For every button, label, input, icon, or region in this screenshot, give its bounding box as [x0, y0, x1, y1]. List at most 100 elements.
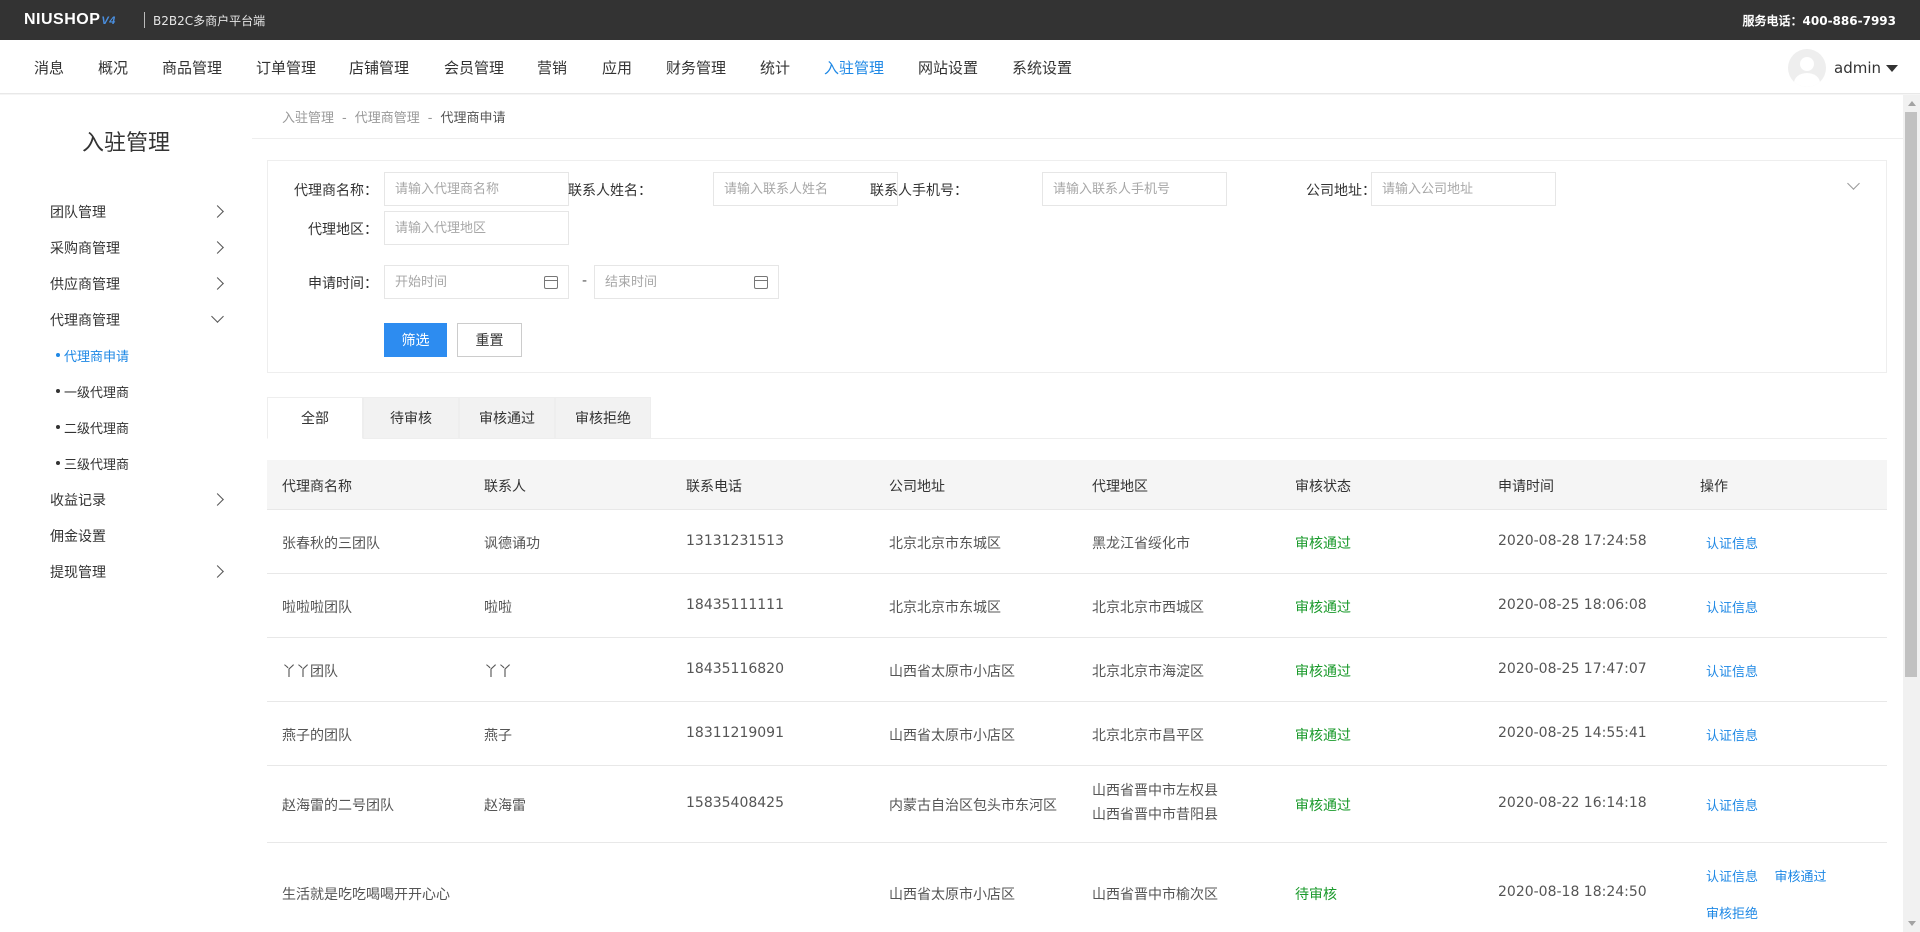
reject-link[interactable]: 审核拒绝	[1706, 907, 1758, 922]
tab-rejected[interactable]: 审核拒绝	[555, 397, 651, 439]
chevron-right-icon	[211, 493, 224, 506]
nav-item-stats[interactable]: 统计	[760, 57, 790, 78]
action-cell: 审核拒绝	[1706, 903, 1758, 922]
logo[interactable]: NIUSHOPV4	[24, 11, 116, 29]
contact-phone-input[interactable]	[1042, 172, 1227, 206]
agent-name-cell: 啦啦啦团队	[282, 600, 352, 616]
nav-item-system-settings[interactable]: 系统设置	[1012, 57, 1072, 78]
cert-info-link[interactable]: 认证信息	[1706, 870, 1758, 885]
tab-all[interactable]: 全部	[267, 397, 363, 439]
agent-name-cell: 赵海雷的二号团队	[282, 798, 394, 814]
sidebar-item-team[interactable]: 团队管理	[50, 202, 226, 222]
sidebar-subitem-agent-apply[interactable]: 代理商申请	[55, 346, 129, 365]
page-scrollbar[interactable]	[1903, 95, 1920, 932]
status-badge: 审核通过	[1295, 664, 1351, 680]
sidebar-item-label: 采购商管理	[50, 241, 120, 257]
breadcrumb-sep: -	[427, 111, 433, 126]
phone-cell: 18311219091	[686, 725, 784, 741]
agent-name-cell: 生活就是吃吃喝喝开开心心	[282, 887, 450, 903]
divider	[252, 138, 1903, 139]
address-cell: 山西省太原市小店区	[889, 728, 1015, 744]
region-label: 代理地区：	[308, 222, 378, 238]
breadcrumb-item[interactable]: 代理商管理	[355, 111, 420, 126]
nav-item-goods[interactable]: 商品管理	[162, 57, 222, 78]
sidebar-item-agents[interactable]: 代理商管理	[50, 310, 226, 330]
main-nav: 消息 概况 商品管理 订单管理 店铺管理 会员管理 营销 应用 财务管理 统计 …	[0, 40, 1920, 94]
nav-item-messages[interactable]: 消息	[34, 57, 64, 78]
agent-name-input[interactable]	[384, 172, 569, 206]
logo-divider	[144, 12, 145, 28]
start-date-picker[interactable]	[384, 265, 569, 299]
tab-approved[interactable]: 审核通过	[459, 397, 555, 439]
phone-cell: 18435116820	[686, 661, 784, 677]
user-menu[interactable]: admin	[1788, 49, 1898, 87]
breadcrumb-sep: -	[342, 111, 347, 126]
cert-info-link[interactable]: 认证信息	[1706, 799, 1758, 814]
agent-name-cell: 燕子的团队	[282, 728, 352, 744]
end-date-input[interactable]	[595, 266, 745, 298]
nav-item-overview[interactable]: 概况	[98, 57, 128, 78]
sidebar-title: 入驻管理	[81, 131, 170, 156]
sidebar-item-earnings[interactable]: 收益记录	[50, 490, 226, 510]
cert-info-link[interactable]: 认证信息	[1706, 601, 1758, 616]
chevron-down-icon	[211, 310, 224, 323]
address-cell: 山西省太原市小店区	[889, 887, 1015, 903]
agent-name-cell: 张春秋的三团队	[282, 536, 380, 552]
apply-time-cell: 2020-08-25 17:47:07	[1498, 661, 1647, 677]
end-date-picker[interactable]	[594, 265, 779, 299]
reset-button[interactable]: 重置	[457, 323, 522, 357]
nav-item-settlement[interactable]: 入驻管理	[824, 57, 884, 78]
agent-name-label: 代理商名称：	[294, 183, 378, 199]
approve-link[interactable]: 审核通过	[1774, 870, 1826, 885]
apply-time-cell: 2020-08-22 16:14:18	[1498, 795, 1647, 811]
cert-info-link[interactable]: 认证信息	[1706, 729, 1758, 744]
nav-item-marketing[interactable]: 营销	[537, 57, 567, 78]
action-cell: 认证信息	[1706, 661, 1758, 680]
user-name: admin	[1834, 59, 1881, 77]
scroll-up-arrow-icon[interactable]	[1908, 101, 1916, 106]
column-header: 申请时间	[1498, 479, 1554, 495]
nav-item-shops[interactable]: 店铺管理	[349, 57, 409, 78]
sidebar-item-suppliers[interactable]: 供应商管理	[50, 274, 226, 294]
region-line: 山西省晋中市昔阳县	[1092, 807, 1218, 823]
tab-pending[interactable]: 待审核	[363, 397, 459, 439]
cert-info-link[interactable]: 认证信息	[1706, 537, 1758, 552]
status-badge: 待审核	[1295, 887, 1337, 903]
collapse-chevron-icon[interactable]	[1847, 177, 1860, 190]
action-cell: 认证信息 审核通过	[1706, 866, 1826, 885]
agent-name-cell: 丫丫团队	[282, 664, 338, 680]
sidebar-subitem-level2-agents[interactable]: 二级代理商	[55, 418, 129, 437]
main-content: 入驻管理-代理商管理-代理商申请 代理商名称： 联系人姓名： 联系人手机号： 公…	[252, 95, 1903, 932]
nav-item-members[interactable]: 会员管理	[444, 57, 504, 78]
sidebar-item-purchasers[interactable]: 采购商管理	[50, 238, 226, 258]
address-cell: 北京北京市东城区	[889, 600, 1001, 616]
contact-cell: 啦啦	[484, 600, 512, 616]
start-date-input[interactable]	[385, 266, 535, 298]
phone-cell: 13131231513	[686, 533, 784, 549]
nav-item-apps[interactable]: 应用	[602, 57, 632, 78]
scroll-down-arrow-icon[interactable]	[1908, 921, 1916, 926]
table-row: 张春秋的三团队 讽德诵功 13131231513 北京北京市东城区 黑龙江省绥化…	[267, 510, 1887, 574]
sidebar-subitem-level1-agents[interactable]: 一级代理商	[55, 382, 129, 401]
cert-info-link[interactable]: 认证信息	[1706, 665, 1758, 680]
filter-panel: 代理商名称： 联系人姓名： 联系人手机号： 公司地址： 代理地区： 申请时间： …	[267, 160, 1887, 373]
table-row: 燕子的团队 燕子 18311219091 山西省太原市小店区 北京北京市昌平区 …	[267, 702, 1887, 766]
action-cell: 认证信息	[1706, 725, 1758, 744]
filter-button[interactable]: 筛选	[384, 323, 447, 357]
status-badge: 审核通过	[1295, 536, 1351, 552]
company-address-input[interactable]	[1371, 172, 1556, 206]
sidebar-item-label: 提现管理	[50, 565, 106, 581]
table-row: 生活就是吃吃喝喝开开心心 山西省太原市小店区 山西省晋中市榆次区 待审核 202…	[267, 843, 1887, 932]
address-cell: 内蒙古自治区包头市东河区	[889, 798, 1057, 814]
nav-item-site-settings[interactable]: 网站设置	[918, 57, 978, 78]
region-cell: 北京北京市西城区	[1092, 600, 1204, 616]
column-header: 联系电话	[686, 479, 742, 495]
breadcrumb-item[interactable]: 入驻管理	[282, 111, 334, 126]
sidebar-item-commission[interactable]: 佣金设置	[50, 526, 226, 546]
sidebar-subitem-level3-agents[interactable]: 三级代理商	[55, 454, 129, 473]
nav-item-orders[interactable]: 订单管理	[256, 57, 316, 78]
region-input[interactable]	[384, 211, 569, 245]
scrollbar-thumb[interactable]	[1905, 112, 1917, 677]
sidebar-item-withdrawals[interactable]: 提现管理	[50, 562, 226, 582]
nav-item-finance[interactable]: 财务管理	[666, 57, 726, 78]
